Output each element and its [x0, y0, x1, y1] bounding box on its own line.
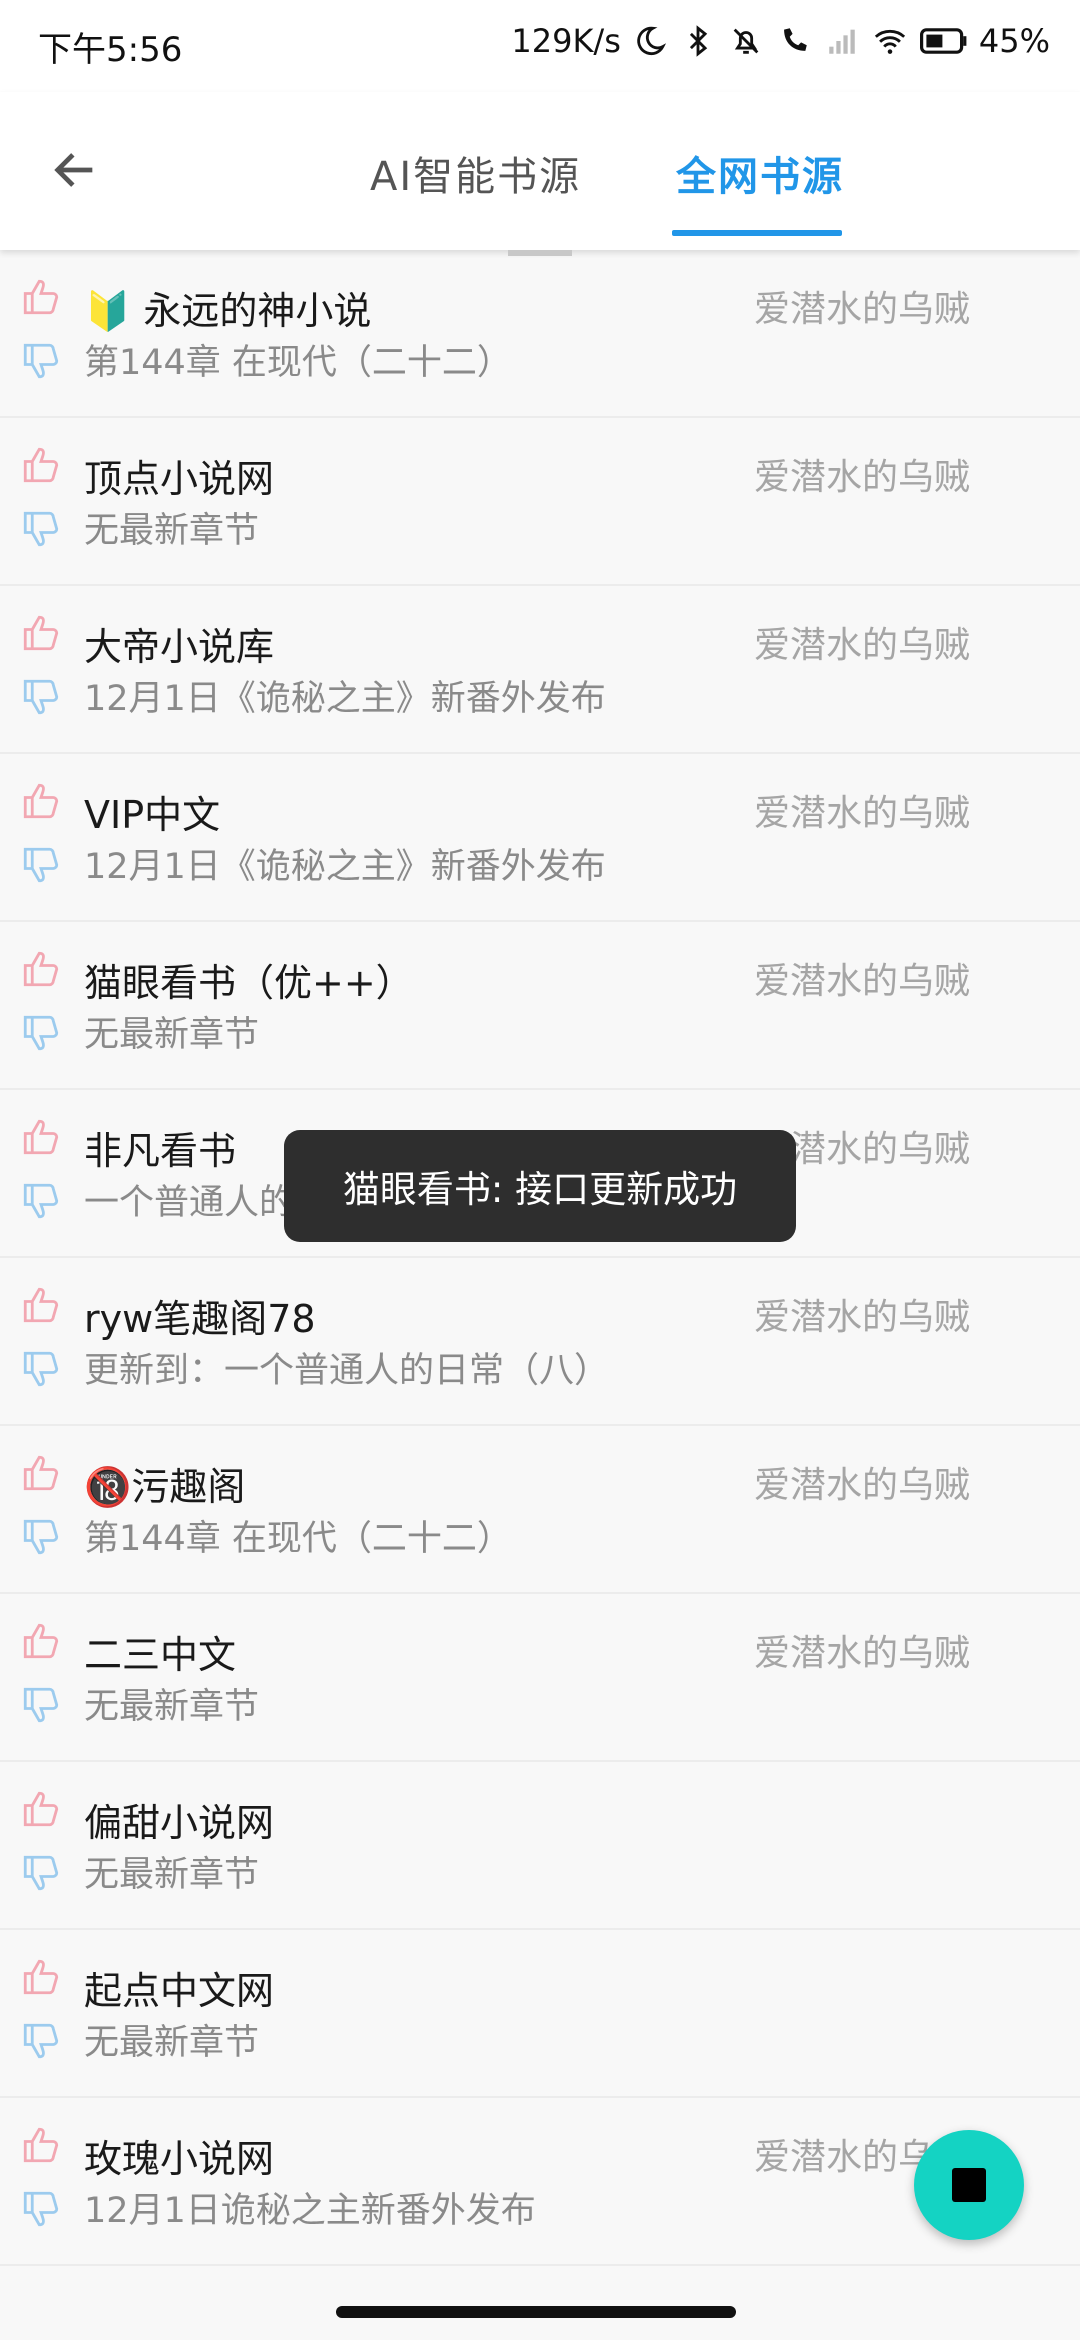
source-name: 偏甜小说网	[84, 1801, 275, 1845]
list-item[interactable]: 🔰 永远的神小说 第144章 在现代（二十二） 爱潜水的乌贼	[0, 250, 1080, 418]
thumbs-up-icon[interactable]	[20, 444, 62, 486]
call-forward-icon	[775, 22, 813, 60]
latest-chapter: 更新到：一个普通人的日常（八）	[84, 1351, 610, 1391]
back-button[interactable]	[42, 137, 108, 203]
source-name: 大帝小说库	[84, 625, 275, 669]
source-name: ryw笔趣阁78	[84, 1297, 316, 1341]
thumbs-down-icon[interactable]	[20, 2188, 62, 2230]
scroll-indicator	[508, 250, 572, 256]
author: 爱潜水的乌贼	[753, 1297, 970, 1338]
thumbs-down-icon[interactable]	[20, 676, 62, 718]
app-header: AI智能书源 全网书源	[0, 92, 1080, 250]
thumbs-down-icon[interactable]	[20, 844, 62, 886]
list-item[interactable]: VIP中文 12月1日《诡秘之主》新番外发布 爱潜水的乌贼	[0, 754, 1080, 922]
thumbs-up-icon[interactable]	[20, 780, 62, 822]
author: 爱潜水的乌贼	[753, 793, 970, 834]
network-speed: 129K/s	[511, 22, 621, 60]
latest-chapter: 无最新章节	[84, 511, 260, 551]
home-indicator[interactable]	[336, 2306, 736, 2318]
tab-all-sources[interactable]: 全网书源	[676, 144, 844, 202]
source-name: 玫瑰小说网	[84, 2137, 275, 2181]
source-name: 起点中文网	[84, 1969, 275, 2013]
latest-chapter: 12月1日《诡秘之主》新番外发布	[84, 679, 606, 719]
author: 爱潜水的乌贼	[753, 625, 970, 666]
author: 爱潜水的乌贼	[753, 1465, 970, 1506]
author: 爱潜水的乌贼	[753, 457, 970, 498]
thumbs-up-icon[interactable]	[20, 1452, 62, 1494]
list-item[interactable]: 猫眼看书（优++） 无最新章节 爱潜水的乌贼	[0, 922, 1080, 1090]
source-name: 🔰 永远的神小说	[84, 289, 372, 333]
latest-chapter: 第144章 在现代（二十二）	[84, 343, 512, 383]
status-time: 下午5:56	[38, 30, 183, 70]
list-item[interactable]: 🔞污趣阁 第144章 在现代（二十二） 爱潜水的乌贼	[0, 1426, 1080, 1594]
source-name: 二三中文	[84, 1633, 237, 1677]
source-name: 非凡看书	[84, 1129, 237, 1173]
source-name: 猫眼看书（优++）	[84, 961, 414, 1005]
thumbs-up-icon[interactable]	[20, 1116, 62, 1158]
stop-button[interactable]	[914, 2130, 1024, 2240]
bluetooth-icon	[679, 22, 717, 60]
thumbs-down-icon[interactable]	[20, 1012, 62, 1054]
thumbs-down-icon[interactable]	[20, 1180, 62, 1222]
thumbs-down-icon[interactable]	[20, 2020, 62, 2062]
toast-message: 猫眼看书: 接口更新成功	[284, 1130, 796, 1242]
latest-chapter: 无最新章节	[84, 1015, 260, 1055]
thumbs-down-icon[interactable]	[20, 1852, 62, 1894]
thumbs-up-icon[interactable]	[20, 1620, 62, 1662]
wifi-icon	[871, 22, 909, 60]
thumbs-up-icon[interactable]	[20, 1788, 62, 1830]
latest-chapter: 无最新章节	[84, 1687, 260, 1727]
thumbs-down-icon[interactable]	[20, 508, 62, 550]
author: 爱潜水的乌贼	[753, 289, 970, 330]
list-item[interactable]: 大帝小说库 12月1日《诡秘之主》新番外发布 爱潜水的乌贼	[0, 586, 1080, 754]
moon-icon	[631, 22, 669, 60]
thumbs-up-icon[interactable]	[20, 1956, 62, 1998]
source-name: 顶点小说网	[84, 457, 275, 501]
author: 爱潜水的乌贼	[753, 961, 970, 1002]
list-item[interactable]: 顶点小说网 无最新章节 爱潜水的乌贼	[0, 418, 1080, 586]
thumbs-up-icon[interactable]	[20, 276, 62, 318]
signal-icon	[823, 22, 861, 60]
status-bar: 下午5:56 129K/s 45%	[0, 0, 1080, 92]
thumbs-up-icon[interactable]	[20, 1284, 62, 1326]
latest-chapter: 无最新章节	[84, 2023, 260, 2063]
thumbs-up-icon[interactable]	[20, 948, 62, 990]
battery-percent: 45%	[978, 22, 1050, 60]
thumbs-down-icon[interactable]	[20, 1348, 62, 1390]
battery-icon	[919, 22, 969, 60]
thumbs-up-icon[interactable]	[20, 612, 62, 654]
list-item[interactable]: ryw笔趣阁78 更新到：一个普通人的日常（八） 爱潜水的乌贼	[0, 1258, 1080, 1426]
arrow-left-icon	[54, 153, 93, 187]
source-list: 🔰 永远的神小说 第144章 在现代（二十二） 爱潜水的乌贼 顶点小说网 无最新…	[0, 250, 1080, 2266]
source-name: 🔞污趣阁	[84, 1465, 246, 1509]
list-item[interactable]: 偏甜小说网 无最新章节	[0, 1762, 1080, 1930]
latest-chapter: 无最新章节	[84, 1855, 260, 1895]
thumbs-up-icon[interactable]	[20, 2124, 62, 2166]
tab-indicator	[672, 230, 842, 236]
thumbs-down-icon[interactable]	[20, 1516, 62, 1558]
thumbs-down-icon[interactable]	[20, 1684, 62, 1726]
status-icons: 129K/s 45%	[511, 22, 1050, 60]
stop-icon	[952, 2168, 986, 2202]
list-item[interactable]: 二三中文 无最新章节 爱潜水的乌贼	[0, 1594, 1080, 1762]
list-item[interactable]: 起点中文网 无最新章节	[0, 1930, 1080, 2098]
bell-muted-icon	[727, 22, 765, 60]
author: 爱潜水的乌贼	[753, 1633, 970, 1674]
thumbs-down-icon[interactable]	[20, 340, 62, 382]
source-name: VIP中文	[84, 793, 221, 837]
tab-ai-sources[interactable]: AI智能书源	[370, 144, 581, 202]
latest-chapter: 12月1日《诡秘之主》新番外发布	[84, 847, 606, 887]
latest-chapter: 12月1日诡秘之主新番外发布	[84, 2191, 536, 2231]
latest-chapter: 第144章 在现代（二十二）	[84, 1519, 512, 1559]
